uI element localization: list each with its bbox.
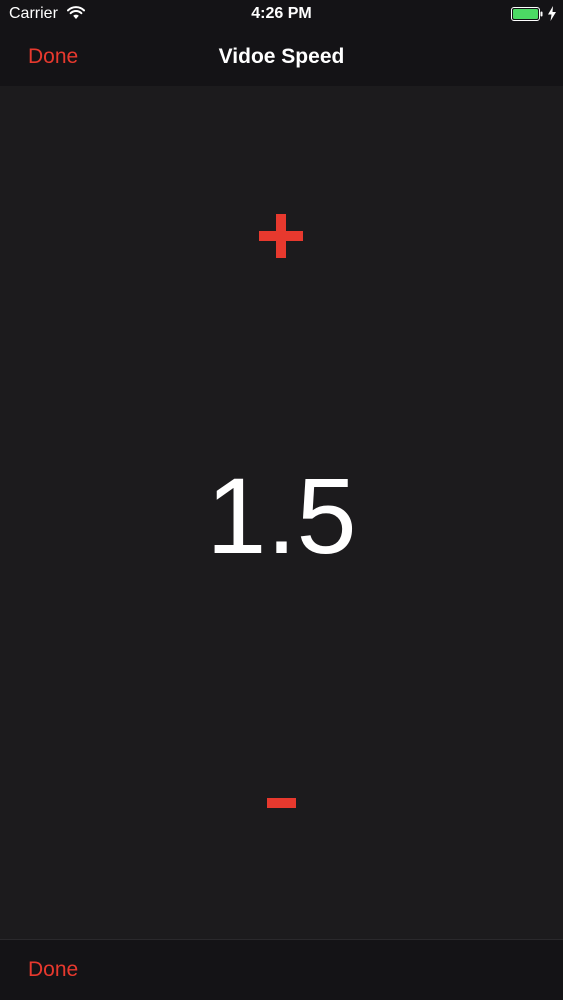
status-bar: Carrier 4:26 PM <box>0 0 563 28</box>
bottom-toolbar: Done <box>0 939 563 1000</box>
navigation-bar: Done Vidoe Speed <box>0 28 563 86</box>
charging-bolt-icon <box>548 6 556 21</box>
page-title: Vidoe Speed <box>218 45 345 68</box>
status-time: 4:26 PM <box>251 5 312 22</box>
decrease-speed-button[interactable] <box>251 782 311 822</box>
increase-speed-button[interactable] <box>251 204 311 268</box>
battery-icon <box>511 7 543 21</box>
toolbar-done-button[interactable]: Done <box>28 958 78 982</box>
speed-value: 1.5 <box>206 455 357 576</box>
speed-control-area: 1.5 <box>0 86 563 939</box>
